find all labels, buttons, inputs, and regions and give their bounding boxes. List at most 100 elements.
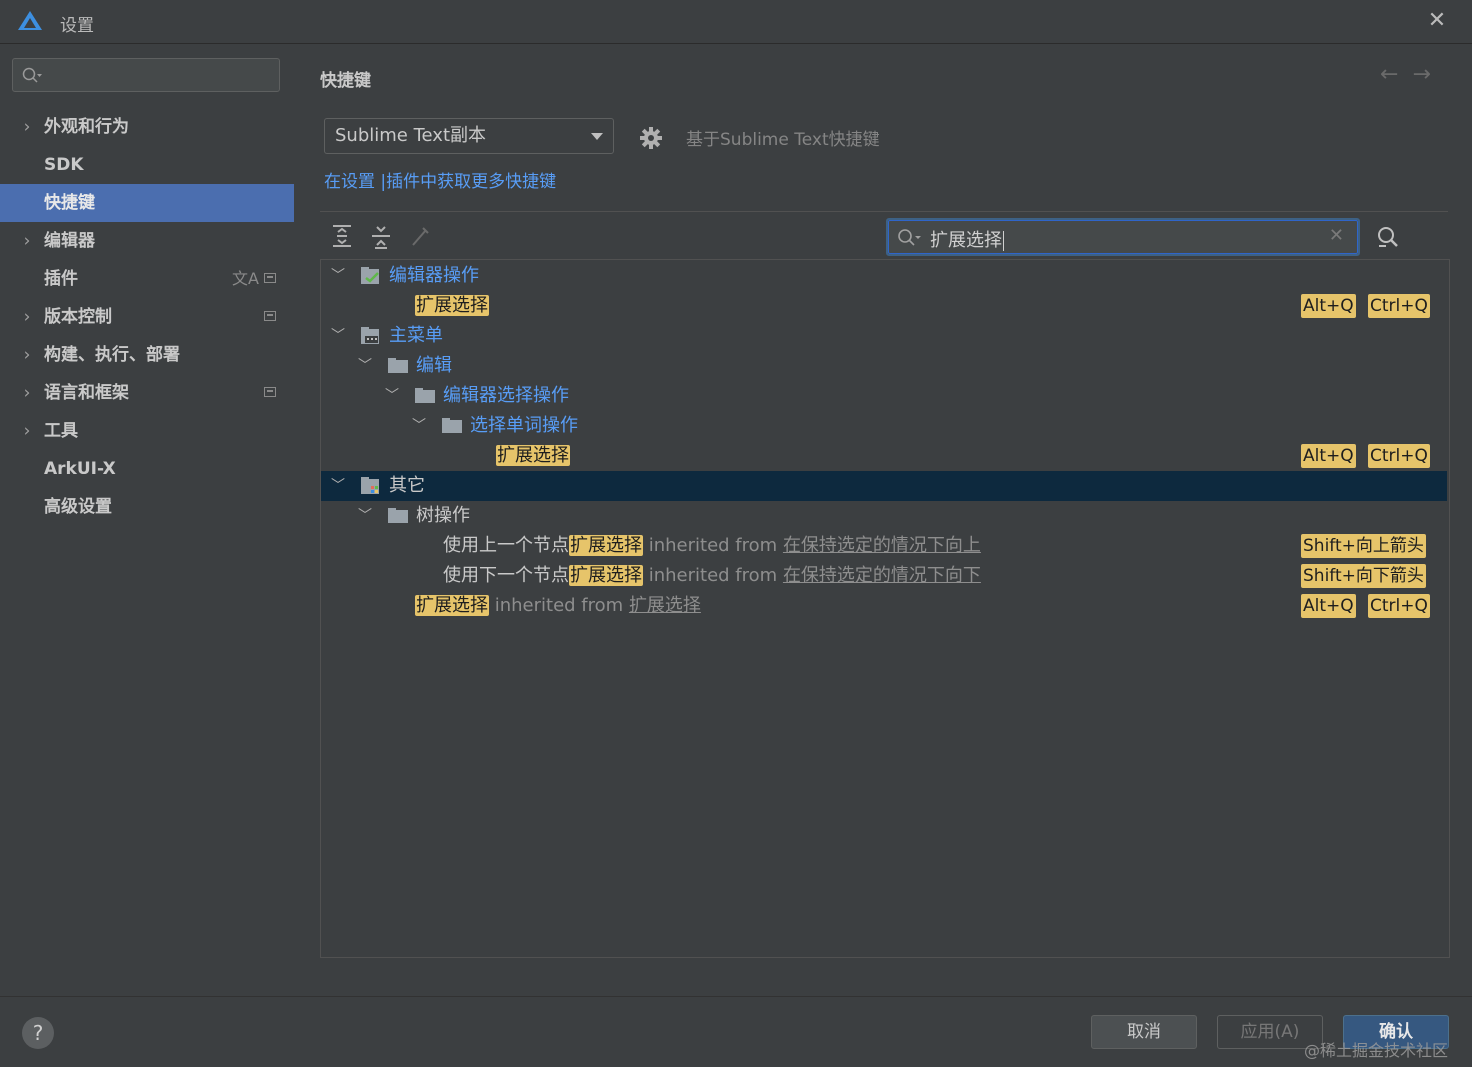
inherited-source-link[interactable]: 扩展选择 [629,595,701,616]
action-label: 扩展选择 inherited from 扩展选择 [415,591,701,621]
chevron-down-icon[interactable]: ﹀ [356,351,374,381]
sidebar-item-sdk[interactable]: SDK [0,146,294,184]
tree-node-label: 其它 [389,475,425,496]
chevron-down-icon[interactable]: ﹀ [356,501,374,531]
tree-row-main-menu[interactable]: ﹀ 主菜单 [321,321,1447,351]
settings-search-input[interactable] [12,58,280,92]
tree-row-editor-actions[interactable]: ﹀ 编辑器操作 [321,261,1447,291]
tree-node-label: 编辑器选择操作 [443,385,569,406]
sidebar-item-label: 构建、执行、部署 [44,345,180,365]
sidebar-item-appearance[interactable]: › 外观和行为 [0,108,294,146]
other-group-icon [361,477,379,494]
sidebar-item-label: 语言和框架 [44,383,129,403]
action-label: 扩展选择 [415,291,489,321]
tree-row-edit[interactable]: ﹀ 编辑 [321,351,1447,381]
sidebar-item-editor[interactable]: › 编辑器 [0,222,294,260]
find-by-shortcut-icon[interactable] [1374,224,1400,250]
tree-node-label: 编辑 [416,355,452,376]
tree-row-tree-actions[interactable]: ﹀ 树操作 [321,501,1447,531]
shortcut-badge: Alt+Q [1301,294,1356,318]
edit-shortcut-icon[interactable] [408,222,432,250]
chevron-down-icon[interactable]: ﹀ [329,261,347,291]
sidebar-item-build[interactable]: › 构建、执行、部署 [0,336,294,374]
shortcut-badge: Ctrl+Q [1368,444,1430,468]
clear-search-icon[interactable]: ✕ [1329,225,1344,246]
search-value: 扩展选择 [930,226,1004,252]
get-more-keymaps-link[interactable]: 在设置 |插件中获取更多快捷键 [324,167,556,192]
page-title: 快捷键 [320,71,371,91]
tree-row-other[interactable]: ﹀ 其它 [321,471,1447,501]
expand-all-icon[interactable] [330,222,354,250]
keymap-dropdown[interactable]: Sublime Text副本 [324,118,614,154]
tree-row-select-word-actions[interactable]: ﹀ 选择单词操作 [321,411,1447,441]
sidebar-item-languages[interactable]: › 语言和框架 [0,374,294,412]
app-logo-icon [18,11,42,30]
tree-row-action[interactable]: 使用下一个节点扩展选择 inherited from 在保持选定的情况下向下 S… [321,561,1447,591]
sidebar-item-plugins[interactable]: 插件 文A [0,260,294,298]
folder-icon [442,418,462,433]
action-label: 使用下一个节点扩展选择 inherited from 在保持选定的情况下向下 [443,561,981,591]
tree-row-action[interactable]: 扩展选择 inherited from 扩展选择 Alt+Q Ctrl+Q [321,591,1447,621]
window-title: 设置 [60,16,94,36]
main-panel: 快捷键 ←→ Sublime Text副本 基于Sublime Text快捷键 … [294,44,1472,996]
shortcut-badge: Alt+Q [1301,594,1356,618]
sidebar-item-tools[interactable]: › 工具 [0,412,294,450]
search-match: 扩展选择 [415,595,489,616]
shortcut-badge: Shift+向下箭头 [1301,564,1426,588]
sidebar-item-label: 工具 [44,421,78,441]
search-icon [898,229,921,246]
settings-nav: › 外观和行为 SDK 快捷键 › 编辑器 插件 文A › 版本控制 › 构建、… [0,108,294,526]
sidebar-item-label: 快捷键 [44,193,95,213]
keymap-search-input[interactable]: 扩展选择 ✕ [886,218,1360,256]
inherited-label: inherited from [648,565,778,586]
editor-actions-icon [361,267,379,284]
chevron-right-icon: › [23,231,31,251]
sidebar-item-label: 高级设置 [44,497,112,517]
sidebar-item-keymap[interactable]: 快捷键 [0,184,294,222]
keymap-parent-label: 基于Sublime Text快捷键 [686,130,880,150]
cancel-button[interactable]: 取消 [1091,1015,1197,1049]
search-match: 扩展选择 [496,445,570,466]
help-button[interactable]: ? [22,1017,54,1049]
chevron-down-icon[interactable]: ﹀ [383,381,401,411]
tree-row-editor-select-actions[interactable]: ﹀ 编辑器选择操作 [321,381,1447,411]
project-settings-icon [264,387,276,397]
chevron-down-icon[interactable]: ﹀ [329,321,347,351]
sidebar-item-advanced[interactable]: 高级设置 [0,488,294,526]
divider [320,211,1448,212]
dialog-footer: ? 取消 应用(A) 确认 @稀土掘金技术社区 [0,996,1472,1067]
sidebar-item-label: SDK [44,155,84,175]
search-value-text: 扩展选择 [930,230,1002,251]
collapse-all-icon[interactable] [369,222,393,250]
project-settings-icon [264,273,276,283]
tree-row-action[interactable]: 扩展选择 Alt+Q Ctrl+Q [321,291,1447,321]
inherited-label: inherited from [494,595,624,616]
keymap-tree[interactable]: ﹀ 编辑器操作 扩展选择 Alt+Q Ctrl+Q ﹀ 主菜单 ﹀ 编辑 ﹀ 编… [320,259,1450,958]
action-prefix: 使用下一个节点 [443,565,569,586]
sidebar-item-label: 版本控制 [44,307,112,327]
forward-arrow-icon[interactable]: → [1412,62,1444,87]
keymap-selected-value: Sublime Text副本 [335,125,486,146]
title-bar: 设置 ✕ [0,0,1472,44]
chevron-right-icon: › [23,383,31,403]
inherited-source-link[interactable]: 在保持选定的情况下向下 [783,565,981,586]
shortcut-badge: Alt+Q [1301,444,1356,468]
sidebar-item-vcs[interactable]: › 版本控制 [0,298,294,336]
tree-node-label: 选择单词操作 [470,415,578,436]
project-settings-icon [264,311,276,321]
back-arrow-icon[interactable]: ← [1380,62,1412,87]
search-match: 扩展选择 [415,295,489,316]
chevron-down-icon[interactable]: ﹀ [410,411,428,441]
close-icon[interactable]: ✕ [1424,8,1450,34]
inherited-source-link[interactable]: 在保持选定的情况下向上 [783,535,981,556]
tree-node-label: 编辑器操作 [389,265,479,286]
tree-row-action[interactable]: 使用上一个节点扩展选择 inherited from 在保持选定的情况下向上 S… [321,531,1447,561]
chevron-right-icon: › [23,421,31,441]
chevron-down-icon [591,133,603,140]
shortcut-badge: Ctrl+Q [1368,294,1430,318]
main-menu-icon [361,327,379,344]
chevron-down-icon[interactable]: ﹀ [329,471,347,501]
gear-icon[interactable] [638,125,664,151]
tree-row-action[interactable]: 扩展选择 Alt+Q Ctrl+Q [321,441,1447,471]
sidebar-item-arkuix[interactable]: ArkUI-X [0,450,294,488]
